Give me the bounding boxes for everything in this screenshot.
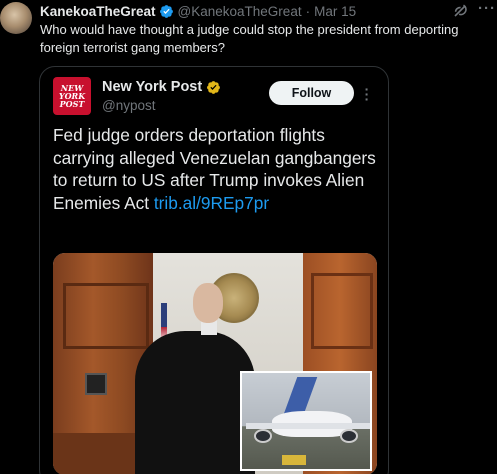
avatar[interactable] bbox=[0, 2, 32, 34]
nypost-logo[interactable]: NEW YORK POST bbox=[53, 77, 91, 115]
quote-text: Fed judge orders deportation flights car… bbox=[53, 124, 383, 214]
quote-link[interactable]: trib.al/9REp7pr bbox=[154, 193, 269, 213]
plane-engine bbox=[340, 429, 358, 443]
gold-verified-badge-icon bbox=[207, 80, 221, 94]
display-name[interactable]: KanekoaTheGreat bbox=[40, 4, 156, 19]
judge-robe bbox=[135, 331, 255, 474]
grok-icon[interactable] bbox=[452, 3, 468, 19]
desk-phone bbox=[85, 373, 107, 395]
quote-header: New York Post bbox=[102, 79, 221, 95]
tweet-header: KanekoaTheGreat @KanekoaTheGreat · Mar 1… bbox=[40, 2, 356, 20]
handle[interactable]: @KanekoaTheGreat bbox=[178, 4, 302, 19]
plane-engine bbox=[254, 429, 272, 443]
tweet-text: Who would have thought a judge could sto… bbox=[40, 22, 459, 55]
airplane-inset-photo bbox=[240, 371, 372, 471]
plane-wing bbox=[246, 423, 370, 429]
quote-more-icon[interactable]: · · · bbox=[362, 82, 372, 106]
post-date[interactable]: Mar 15 bbox=[314, 4, 356, 19]
quoted-tweet[interactable]: NEW YORK POST New York Post @nypost Foll… bbox=[39, 66, 389, 474]
more-icon[interactable]: ··· bbox=[478, 1, 495, 17]
tweet: KanekoaTheGreat @KanekoaTheGreat · Mar 1… bbox=[0, 0, 497, 474]
quote-handle[interactable]: @nypost bbox=[102, 98, 155, 113]
quote-media-image[interactable] bbox=[53, 253, 377, 474]
verified-badge-icon bbox=[159, 4, 173, 18]
judge-head bbox=[193, 283, 223, 323]
follow-button[interactable]: Follow bbox=[269, 81, 354, 105]
logo-line: POST bbox=[59, 99, 85, 109]
ground-vehicle bbox=[282, 455, 306, 465]
separator: · bbox=[305, 3, 311, 19]
quote-display-name[interactable]: New York Post bbox=[102, 79, 202, 95]
